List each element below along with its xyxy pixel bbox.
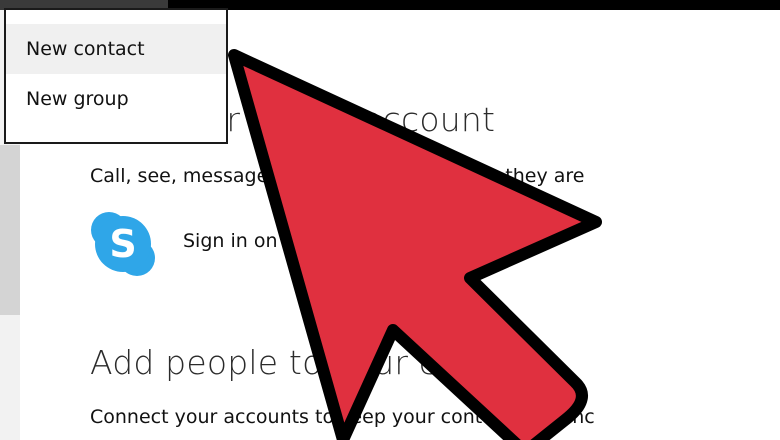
skype-icon[interactable]: S	[89, 210, 157, 278]
sign-in-link[interactable]: Sign in on Skype	[183, 230, 341, 252]
new-dropdown-menu: New contact New group	[4, 8, 228, 144]
svg-text:S: S	[109, 222, 136, 266]
people-description: Connect your accounts to keep your conta…	[90, 406, 595, 428]
menu-item-new-contact[interactable]: New contact	[6, 24, 226, 74]
left-nav-selected-item[interactable]	[0, 145, 20, 315]
people-heading: Add people to your contacts	[90, 343, 562, 382]
menu-item-new-group[interactable]: New group	[6, 74, 226, 124]
account-description: Call, see, message your friends – wherev…	[90, 165, 585, 187]
